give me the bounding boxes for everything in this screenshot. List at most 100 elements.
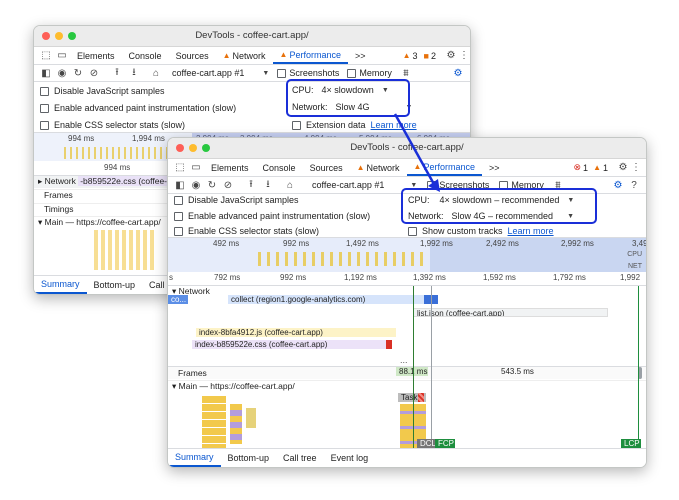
warning-icon: ▲ [356, 163, 365, 172]
bottom-tab-summary[interactable]: Summary [168, 449, 221, 467]
extension-data-option[interactable]: Extension data Learn more [292, 120, 417, 130]
close-window-button[interactable] [42, 32, 50, 40]
disable-js-label: Disable JavaScript samples [54, 86, 165, 96]
more-options-icon[interactable]: ⋮ [458, 50, 470, 61]
capture-settings-gear-icon[interactable]: ⚙ [610, 180, 626, 191]
bottom-tab-bottom-up[interactable]: Bottom-up [87, 276, 143, 294]
zoom-window-button[interactable] [68, 32, 76, 40]
tab-elements[interactable]: Elements [70, 47, 122, 64]
screenshots-checkbox[interactable] [277, 68, 287, 78]
paint-checkbox[interactable] [174, 211, 183, 221]
zoom-window-button[interactable] [202, 144, 210, 152]
bottom-tab-event-log[interactable]: Event log [324, 449, 376, 467]
css-selector-stats-option[interactable]: Enable CSS selector stats (slow) [174, 226, 319, 236]
tab-console[interactable]: Console [256, 159, 303, 176]
back-window-title: DevTools - coffee-cart.app/ [195, 30, 309, 41]
tab-sources[interactable]: Sources [169, 47, 216, 64]
ruler-tick: 994 ms [104, 163, 131, 172]
learn-more-link[interactable]: Learn more [371, 120, 417, 130]
ruler-tick: 992 ms [280, 273, 307, 282]
frames-label: Frames [44, 190, 73, 200]
home-icon[interactable]: ⌂ [148, 68, 164, 79]
clear-icon[interactable]: ⊘ [220, 180, 236, 191]
paint-label: Enable advanced paint instrumentation (s… [188, 211, 371, 221]
front-window-title: DevTools - coffee-cart.app/ [350, 142, 464, 153]
recording-select[interactable]: coffee-cart.app #1 [172, 68, 244, 78]
custom-tracks-checkbox[interactable] [408, 226, 417, 236]
disable-js-checkbox[interactable] [174, 195, 183, 205]
warning-count[interactable]: 3 [413, 51, 418, 61]
paint-checkbox[interactable] [40, 103, 49, 113]
home-icon[interactable]: ⌂ [282, 180, 298, 191]
tab-sources[interactable]: Sources [303, 159, 350, 176]
close-window-button[interactable] [176, 144, 184, 152]
disable-js-samples-option[interactable]: Disable JavaScript samples [174, 195, 299, 205]
network-request-index-css[interactable]: index-b859522e.css (coffee-cart.app) [192, 340, 392, 349]
tab-console[interactable]: Console [122, 47, 169, 64]
frame-duration-a[interactable]: 88.1 ms [396, 367, 428, 376]
download-icon[interactable]: ⭳ [260, 177, 276, 194]
record-icon[interactable]: ◉ [54, 68, 70, 79]
network-request-index-js[interactable]: index-8bfa4912.js (coffee-cart.app) [196, 328, 396, 337]
gear-icon[interactable]: ⚙ [444, 50, 458, 61]
front-main-track[interactable]: ▾ Main — https://coffee-cart.app/ [168, 380, 646, 393]
minimize-window-button[interactable] [55, 32, 63, 40]
front-throttle-highlight [401, 188, 597, 224]
paint-instrumentation-option[interactable]: Enable advanced paint instrumentation (s… [40, 103, 236, 113]
ruler-tick: 492 ms [213, 239, 240, 248]
screenshots-label: Screenshots [289, 68, 340, 78]
sidebar-toggle-icon[interactable]: ◧ [172, 180, 188, 191]
network-request-short[interactable]: co... [168, 295, 188, 304]
extension-checkbox[interactable] [292, 120, 301, 130]
more-tabs-button[interactable]: >> [348, 47, 373, 64]
tab-network[interactable]: ▲ Network [216, 47, 273, 64]
learn-more-link[interactable]: Learn more [508, 226, 554, 236]
upload-icon[interactable]: ⭱ [108, 65, 126, 82]
reload-icon[interactable]: ↻ [204, 180, 220, 191]
memory-checkbox[interactable] [347, 68, 357, 78]
disable-js-checkbox[interactable] [40, 86, 49, 96]
help-icon[interactable]: ? [626, 180, 642, 191]
network-request-list[interactable]: list.json (coffee-cart.app) [413, 308, 608, 317]
download-icon[interactable]: ⭳ [126, 65, 142, 82]
sidebar-toggle-icon[interactable]: ◧ [38, 68, 54, 79]
inspect-element-icon[interactable]: ⬚ [172, 162, 188, 173]
tab-performance[interactable]: ▲ Performance [272, 47, 348, 64]
tab-elements[interactable]: Elements [204, 159, 256, 176]
css-checkbox[interactable] [174, 226, 183, 236]
bottom-tab-summary[interactable]: Summary [34, 276, 87, 294]
disable-js-samples-option[interactable]: Disable JavaScript samples [40, 86, 165, 96]
bottom-tab-bottom-up[interactable]: Bottom-up [221, 449, 277, 467]
gear-icon[interactable]: ⚙ [616, 162, 630, 173]
css-selector-stats-option[interactable]: Enable CSS selector stats (slow) [40, 120, 185, 130]
record-icon[interactable]: ◉ [188, 180, 204, 191]
capture-settings-gear-icon[interactable]: ⚙ [450, 68, 466, 79]
reload-icon[interactable]: ↻ [70, 68, 86, 79]
expand-caret-icon: ▸ [38, 176, 43, 186]
error-count[interactable]: 1 [583, 163, 588, 173]
more-options-icon[interactable]: ⋮ [630, 162, 642, 173]
bottom-tab-call-tree[interactable]: Call tree [276, 449, 324, 467]
more-tabs-button[interactable]: >> [482, 159, 507, 176]
front-timeline-overview: 492 ms 992 ms 1,492 ms 1,992 ms 2,492 ms… [168, 237, 646, 272]
tab-network[interactable]: ▲ Network [350, 159, 407, 176]
broom-icon[interactable]: ⩩ [398, 68, 414, 79]
css-checkbox[interactable] [40, 120, 49, 130]
device-toolbar-icon[interactable]: ▭ [188, 162, 204, 173]
inspect-element-icon[interactable]: ⬚ [38, 50, 54, 61]
minimize-window-button[interactable] [189, 144, 197, 152]
recording-select[interactable]: coffee-cart.app #1 [312, 180, 384, 190]
clear-icon[interactable]: ⊘ [86, 68, 102, 79]
device-toolbar-icon[interactable]: ▭ [54, 50, 70, 61]
tab-performance[interactable]: ▲ Performance [406, 159, 482, 176]
issues-count[interactable]: 2 [431, 51, 436, 61]
warning-count[interactable]: 1 [603, 163, 608, 173]
tab-performance-label: Performance [423, 161, 475, 172]
network-request-collect[interactable]: collect (region1.google-analytics.com) [228, 295, 438, 304]
frame-duration-b[interactable]: 543.5 ms [501, 367, 534, 376]
paint-instrumentation-option[interactable]: Enable advanced paint instrumentation (s… [174, 211, 370, 221]
track-resize-handle[interactable]: ... [400, 355, 408, 365]
timings-label: Timings [44, 204, 74, 214]
custom-tracks-option[interactable]: Show custom tracks Learn more [408, 226, 554, 236]
upload-icon[interactable]: ⭱ [242, 177, 260, 194]
